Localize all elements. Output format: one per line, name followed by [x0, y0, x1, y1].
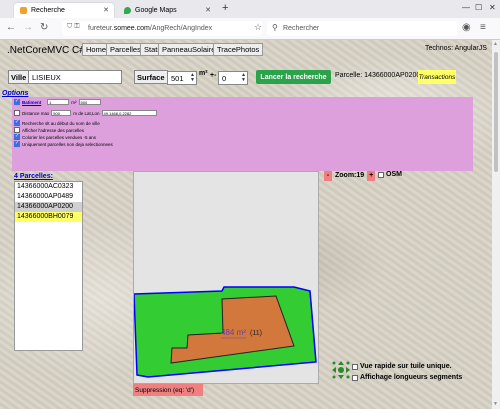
- tolerance-spinner-icon[interactable]: ▲ ▼: [241, 73, 246, 83]
- tab-recherche[interactable]: Recherche ✕: [14, 3, 114, 18]
- option-label: Afficher l'adresse des parcelles: [22, 127, 85, 133]
- nav-panneausolaire-button[interactable]: PanneauSolaire: [158, 43, 220, 56]
- parcel-area-label: 484 m²: [221, 328, 246, 337]
- ville-label: Ville: [8, 70, 30, 84]
- options-toggle-link[interactable]: Options: [2, 90, 28, 97]
- distance-from-label: m de Lat,Lon: [73, 110, 100, 116]
- option-label: Uniquement parcelles non deja selectionn…: [22, 141, 113, 147]
- close-window-icon[interactable]: ✕: [489, 3, 496, 12]
- option-label: Recherche slt au début du nom de ville: [22, 120, 100, 126]
- tile-view-toggle[interactable]: Vue rapide sur tuile unique.: [352, 363, 452, 370]
- surface-spinner-icon[interactable]: ▲ ▼: [190, 73, 195, 83]
- url-path: /AngRech/AngIndex: [149, 25, 213, 32]
- list-item[interactable]: 14366000BH0079: [15, 212, 82, 222]
- option-checkbox[interactable]: [14, 119, 20, 126]
- batiment-min-input[interactable]: 1: [47, 99, 70, 105]
- url-bar[interactable]: ⛉ ⚿ fureteur. somee.com/AngRech/AngIndex: [62, 21, 262, 36]
- segment-lengths-toggle[interactable]: Affichage longueurs segments: [352, 374, 462, 381]
- ville-input[interactable]: LISIEUX: [28, 70, 122, 84]
- delete-button[interactable]: Suppression (eq: 'd'): [133, 384, 203, 396]
- option-label: Colorier les parcelles vendues -5 ans: [22, 134, 97, 140]
- close-tab-icon[interactable]: ✕: [205, 6, 211, 14]
- parcel-map[interactable]: 484 m² (11): [133, 171, 319, 384]
- option-row: Colorier les parcelles vendues -5 ans: [14, 133, 97, 140]
- page-scrollbar[interactable]: ▲ ▼: [492, 40, 500, 409]
- lancer-recherche-button[interactable]: Lancer la recherche: [256, 70, 331, 84]
- search-icon: ⚲: [272, 23, 278, 32]
- surface-label: Surface: [134, 70, 168, 84]
- forward-icon[interactable]: →: [23, 22, 33, 33]
- tab-title: Google Maps: [135, 7, 177, 14]
- osm-label: OSM: [386, 171, 402, 178]
- maps-favicon-icon: [124, 7, 131, 14]
- parcels-list[interactable]: 14366000AC0323 14366000AP0489 14366000AP…: [14, 181, 83, 351]
- batiment-max-input[interactable]: 500: [78, 99, 101, 105]
- scroll-down-icon[interactable]: ▼: [493, 401, 498, 407]
- maximize-icon[interactable]: ☐: [475, 3, 482, 12]
- search-placeholder: Rechercher: [283, 25, 320, 32]
- zoom-in-button[interactable]: +: [367, 170, 376, 181]
- scroll-up-icon[interactable]: ▲: [493, 41, 498, 47]
- minimize-icon[interactable]: —: [462, 3, 470, 12]
- option-row: Recherche slt au début du nom de ville: [14, 119, 100, 126]
- tile-view-label: Vue rapide sur tuile unique.: [360, 363, 452, 370]
- url-domain: somee.com: [113, 25, 150, 32]
- zoom-out-button[interactable]: -: [324, 170, 332, 181]
- url-prefix: fureteur.: [88, 25, 114, 32]
- options-panel: Batiment 1 m² 500 Distance max 500 m de …: [12, 97, 473, 171]
- batiment-row: Batiment 1 m² 500: [14, 98, 103, 105]
- surface-unit: m²: [199, 70, 208, 77]
- osm-toggle[interactable]: OSM: [378, 171, 402, 178]
- distance-label: Distance max: [22, 110, 50, 116]
- list-item[interactable]: 14366000AP0200: [15, 202, 82, 212]
- osm-checkbox[interactable]: [378, 171, 384, 178]
- latlon-input[interactable]: 49.1468,0.2282: [101, 110, 157, 116]
- tab-title: Recherche: [31, 7, 65, 14]
- page-content: .NetCoreMVC C# Home Parcelles Stats Pann…: [0, 40, 492, 409]
- app-brand[interactable]: .NetCoreMVC C#: [7, 45, 85, 56]
- distance-input[interactable]: 500: [51, 110, 72, 116]
- nav-tracephotos-button[interactable]: TracePhotos: [213, 43, 264, 56]
- shield-lock-icon: ⛉ ⚿: [67, 23, 80, 30]
- option-checkbox[interactable]: [14, 140, 20, 147]
- scrollbar-thumb[interactable]: [494, 52, 498, 172]
- menu-icon[interactable]: ≡: [480, 22, 486, 33]
- browser-nav-bar: ← → ↻ ⛉ ⚿ fureteur. somee.com/AngRech/Ang…: [0, 18, 500, 40]
- distance-checkbox[interactable]: [14, 110, 20, 116]
- segment-lengths-label: Affichage longueurs segments: [360, 374, 463, 381]
- selected-parcelle-text: Parcelle: 14366000AP0200: [335, 72, 421, 79]
- bookmark-star-icon[interactable]: ☆: [254, 22, 262, 33]
- batiment-link[interactable]: Batiment: [22, 100, 41, 105]
- tolerance-symbol: +-: [210, 72, 217, 79]
- parcel-count-label: (11): [250, 330, 262, 337]
- list-item[interactable]: 14366000AC0323: [15, 182, 82, 192]
- batiment-unit: m²: [71, 99, 77, 105]
- technos-label: Technos: AngularJS: [425, 45, 487, 52]
- tile-view-checkbox[interactable]: [352, 363, 358, 370]
- browser-tab-bar: Recherche ✕ Google Maps ✕ + — ☐ ✕: [0, 0, 500, 18]
- parcels-count-title[interactable]: 4 Parcelles:: [14, 173, 53, 180]
- back-icon[interactable]: ←: [6, 22, 16, 33]
- zoom-level: Zoom:19: [335, 172, 365, 179]
- option-row: Afficher l'adresse des parcelles: [14, 127, 84, 133]
- site-favicon-icon: [20, 7, 27, 14]
- segment-lengths-checkbox[interactable]: [352, 374, 358, 381]
- tab-google-maps[interactable]: Google Maps ✕: [118, 3, 216, 18]
- transactions-button[interactable]: Transactions: [418, 70, 456, 84]
- list-item[interactable]: 14366000AP0489: [15, 192, 82, 202]
- batiment-checkbox[interactable]: [14, 98, 20, 105]
- close-tab-icon[interactable]: ✕: [103, 6, 109, 14]
- parcel-map-drawing: 484 m² (11): [133, 286, 317, 378]
- zoom-control: - Zoom:19 +: [324, 170, 376, 181]
- pan-arrows-icon[interactable]: [332, 361, 350, 379]
- distance-row: Distance max 500 m de Lat,Lon 49.1468,0.…: [14, 110, 159, 116]
- option-row: Uniquement parcelles non deja selectionn…: [14, 140, 113, 147]
- account-icon[interactable]: ◉: [462, 22, 471, 33]
- browser-search-input[interactable]: ⚲ Rechercher: [267, 21, 457, 36]
- reload-icon[interactable]: ↻: [40, 22, 48, 33]
- new-tab-icon[interactable]: +: [222, 2, 228, 14]
